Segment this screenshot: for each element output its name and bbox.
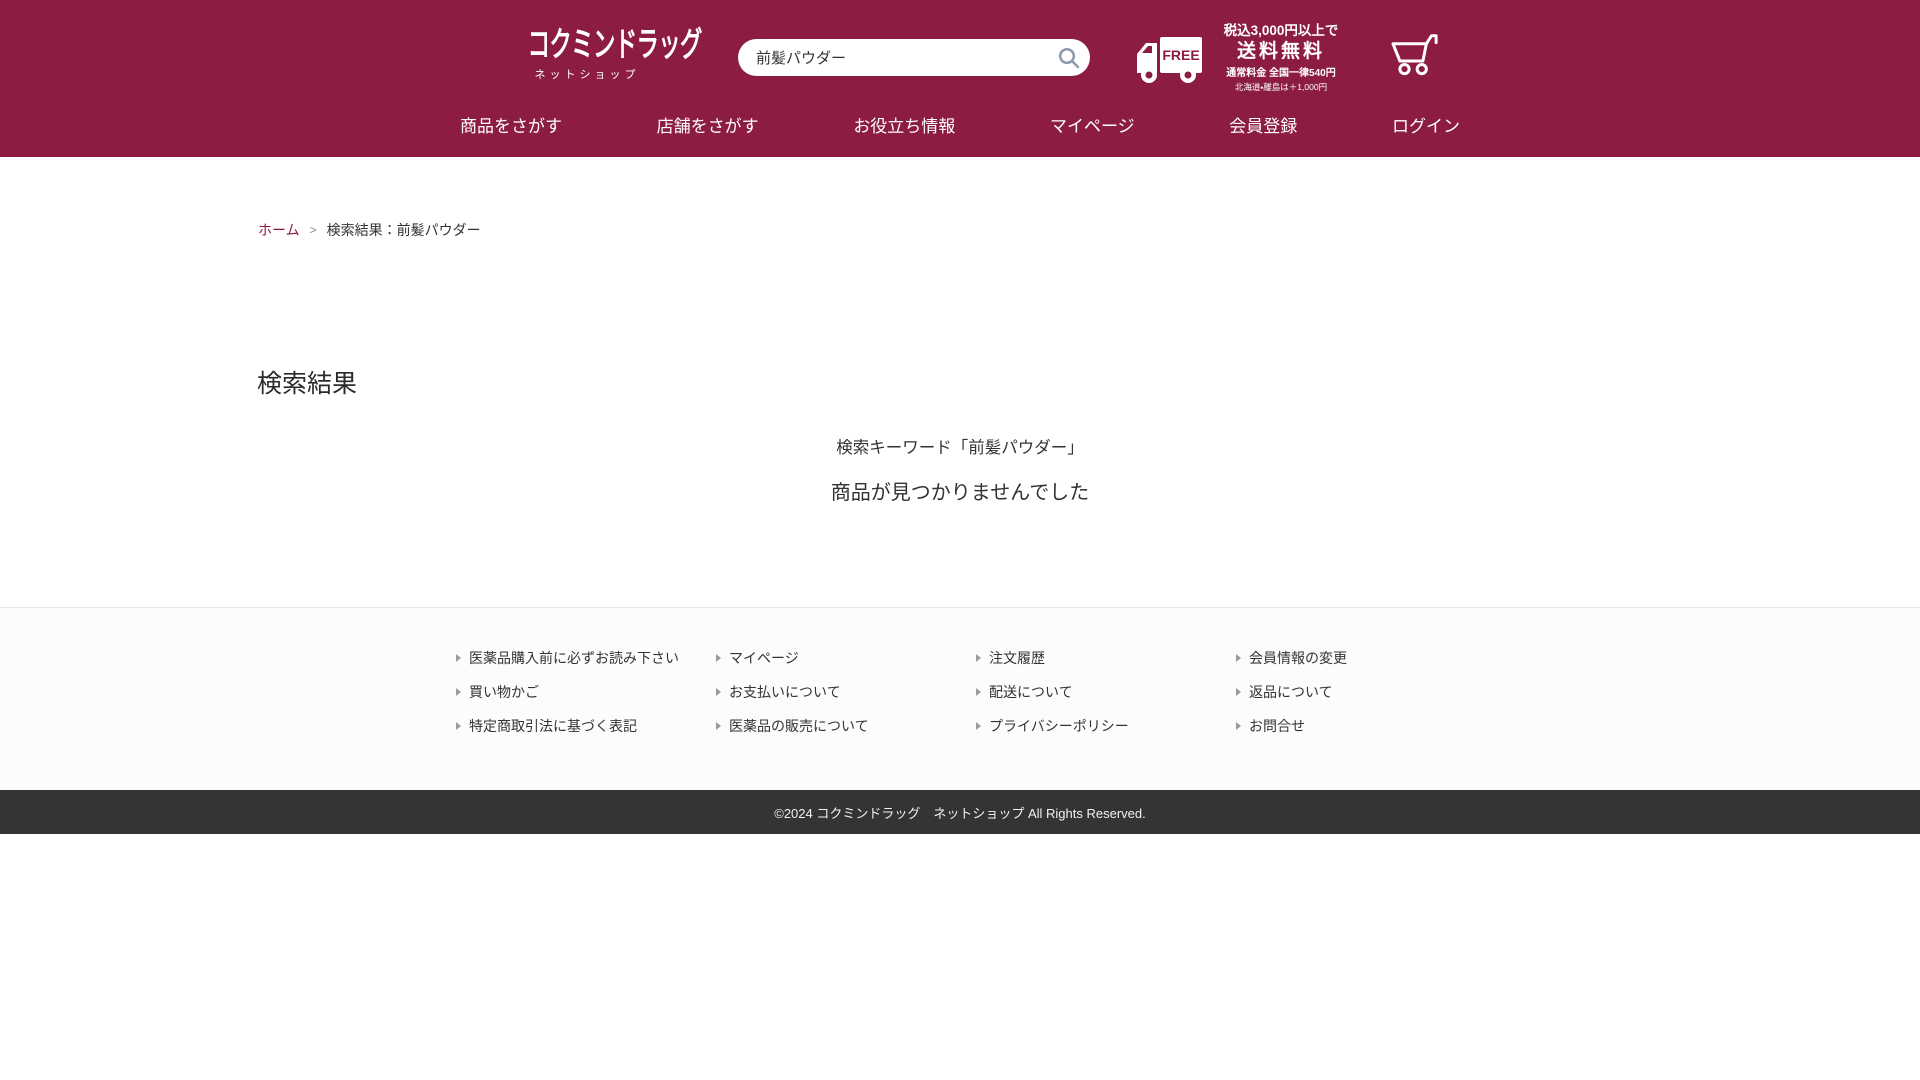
footer-link-member-info[interactable]: 会員情報の変更: [1236, 648, 1480, 668]
arrow-right-icon: [456, 688, 461, 696]
breadcrumb-current: 検索結果：前髪パウダー: [327, 220, 481, 240]
arrow-right-icon: [716, 722, 721, 730]
logo-subtitle: ネットショップ: [497, 66, 677, 82]
breadcrumb-home[interactable]: ホーム: [258, 220, 300, 240]
nav-item-products[interactable]: 商品をさがす: [460, 116, 562, 138]
footer-link-label: 医薬品の販売について: [729, 716, 869, 736]
footer-link-privacy-policy[interactable]: プライバシーポリシー: [976, 716, 1220, 736]
free-shipping-banner: FREE 税込3,000円以上で 送料無料 通常料金 全国一律540円 北海道・…: [1136, 22, 1351, 92]
nav-item-register[interactable]: 会員登録: [1229, 116, 1297, 138]
nav-item-login[interactable]: ログイン: [1392, 116, 1460, 138]
site-logo[interactable]: コクミンドラッグ ネットショップ: [497, 26, 677, 82]
footer-link-label: マイページ: [729, 648, 799, 668]
shipping-free-text: 送料無料: [1211, 40, 1351, 64]
footer-link-label: お問合せ: [1249, 716, 1305, 736]
shipping-normal-fee: 通常料金 全国一律540円: [1211, 68, 1351, 80]
arrow-right-icon: [1236, 654, 1241, 662]
footer-link-order-history[interactable]: 注文履歴: [976, 648, 1220, 668]
cart-icon: [1388, 30, 1444, 76]
footer-link-payment[interactable]: お支払いについて: [716, 682, 960, 702]
arrow-right-icon: [1236, 722, 1241, 730]
nav-item-useful-info[interactable]: お役立ち情報: [853, 116, 955, 138]
arrow-right-icon: [976, 722, 981, 730]
arrow-right-icon: [976, 688, 981, 696]
footer-link-label: 特定商取引法に基づく表記: [469, 716, 637, 736]
footer-link-label: 医薬品購入前に必ずお読み下さい: [469, 648, 679, 668]
footer-column-2: マイページ お支払いについて 医薬品の販売について: [700, 648, 960, 750]
footer-column-3: 注文履歴 配送について プライバシーポリシー: [960, 648, 1220, 750]
footer-link-label: 注文履歴: [989, 648, 1045, 668]
footer-link-label: 会員情報の変更: [1249, 648, 1347, 668]
search-box: [738, 39, 1090, 76]
breadcrumb-separator: >: [310, 223, 317, 237]
shipping-remote-fee: 北海道・離島は＋1,000円: [1211, 82, 1351, 92]
arrow-right-icon: [456, 654, 461, 662]
search-icon: [1057, 46, 1081, 70]
no-results-message: 商品が見つかりませんでした: [0, 476, 1920, 505]
search-button[interactable]: [1057, 46, 1081, 70]
search-keyword-text: 検索キーワード「前髪パウダー」: [0, 434, 1920, 458]
footer-link-medicine-sales[interactable]: 医薬品の販売について: [716, 716, 960, 736]
main-nav: 商品をさがす 店舗をさがす お役立ち情報 マイページ 会員登録 ログイン: [460, 116, 1460, 138]
footer-link-medicine-notice[interactable]: 医薬品購入前に必ずお読み下さい: [456, 648, 700, 668]
arrow-right-icon: [716, 688, 721, 696]
arrow-right-icon: [716, 654, 721, 662]
page-title: 検索結果: [257, 364, 357, 400]
truck-free-icon: FREE: [1136, 36, 1202, 89]
shipping-condition: 税込3,000円以上で: [1211, 22, 1351, 39]
cart-button[interactable]: [1388, 30, 1444, 76]
page: コクミンドラッグ ネットショップ FREE: [0, 0, 1920, 1080]
footer-link-cart[interactable]: 買い物かご: [456, 682, 700, 702]
site-header: コクミンドラッグ ネットショップ FREE: [0, 0, 1920, 157]
footer-link-delivery[interactable]: 配送について: [976, 682, 1220, 702]
footer-column-4: 会員情報の変更 返品について お問合せ: [1220, 648, 1480, 750]
arrow-right-icon: [976, 654, 981, 662]
copyright-text: ©2024 コクミンドラッグ ネットショップ All Rights Reserv…: [774, 803, 1146, 822]
footer-link-contact[interactable]: お問合せ: [1236, 716, 1480, 736]
footer-link-label: 配送について: [989, 682, 1073, 702]
footer-link-mypage[interactable]: マイページ: [716, 648, 960, 668]
breadcrumb: ホーム > 検索結果：前髪パウダー: [258, 220, 481, 240]
copyright-bar: ©2024 コクミンドラッグ ネットショップ All Rights Reserv…: [0, 790, 1920, 834]
site-footer: 医薬品購入前に必ずお読み下さい 買い物かご 特定商取引法に基づく表記 マイページ…: [0, 607, 1920, 790]
footer-link-commercial-law[interactable]: 特定商取引法に基づく表記: [456, 716, 700, 736]
footer-link-label: プライバシーポリシー: [989, 716, 1129, 736]
footer-link-returns[interactable]: 返品について: [1236, 682, 1480, 702]
search-input[interactable]: [738, 39, 1090, 76]
footer-link-columns: 医薬品購入前に必ずお読み下さい 買い物かご 特定商取引法に基づく表記 マイページ…: [440, 608, 1480, 750]
truck-free-label: FREE: [1162, 47, 1199, 63]
nav-item-stores[interactable]: 店舗をさがす: [657, 116, 759, 138]
logo-text: コクミンドラッグ: [528, 26, 647, 64]
footer-link-label: 返品について: [1249, 682, 1333, 702]
footer-link-label: 買い物かご: [469, 682, 539, 702]
nav-item-mypage[interactable]: マイページ: [1050, 116, 1135, 138]
arrow-right-icon: [1236, 688, 1241, 696]
footer-link-label: お支払いについて: [729, 682, 841, 702]
footer-column-1: 医薬品購入前に必ずお読み下さい 買い物かご 特定商取引法に基づく表記: [440, 648, 700, 750]
shipping-text: 税込3,000円以上で 送料無料 通常料金 全国一律540円 北海道・離島は＋1…: [1211, 22, 1351, 92]
arrow-right-icon: [456, 722, 461, 730]
